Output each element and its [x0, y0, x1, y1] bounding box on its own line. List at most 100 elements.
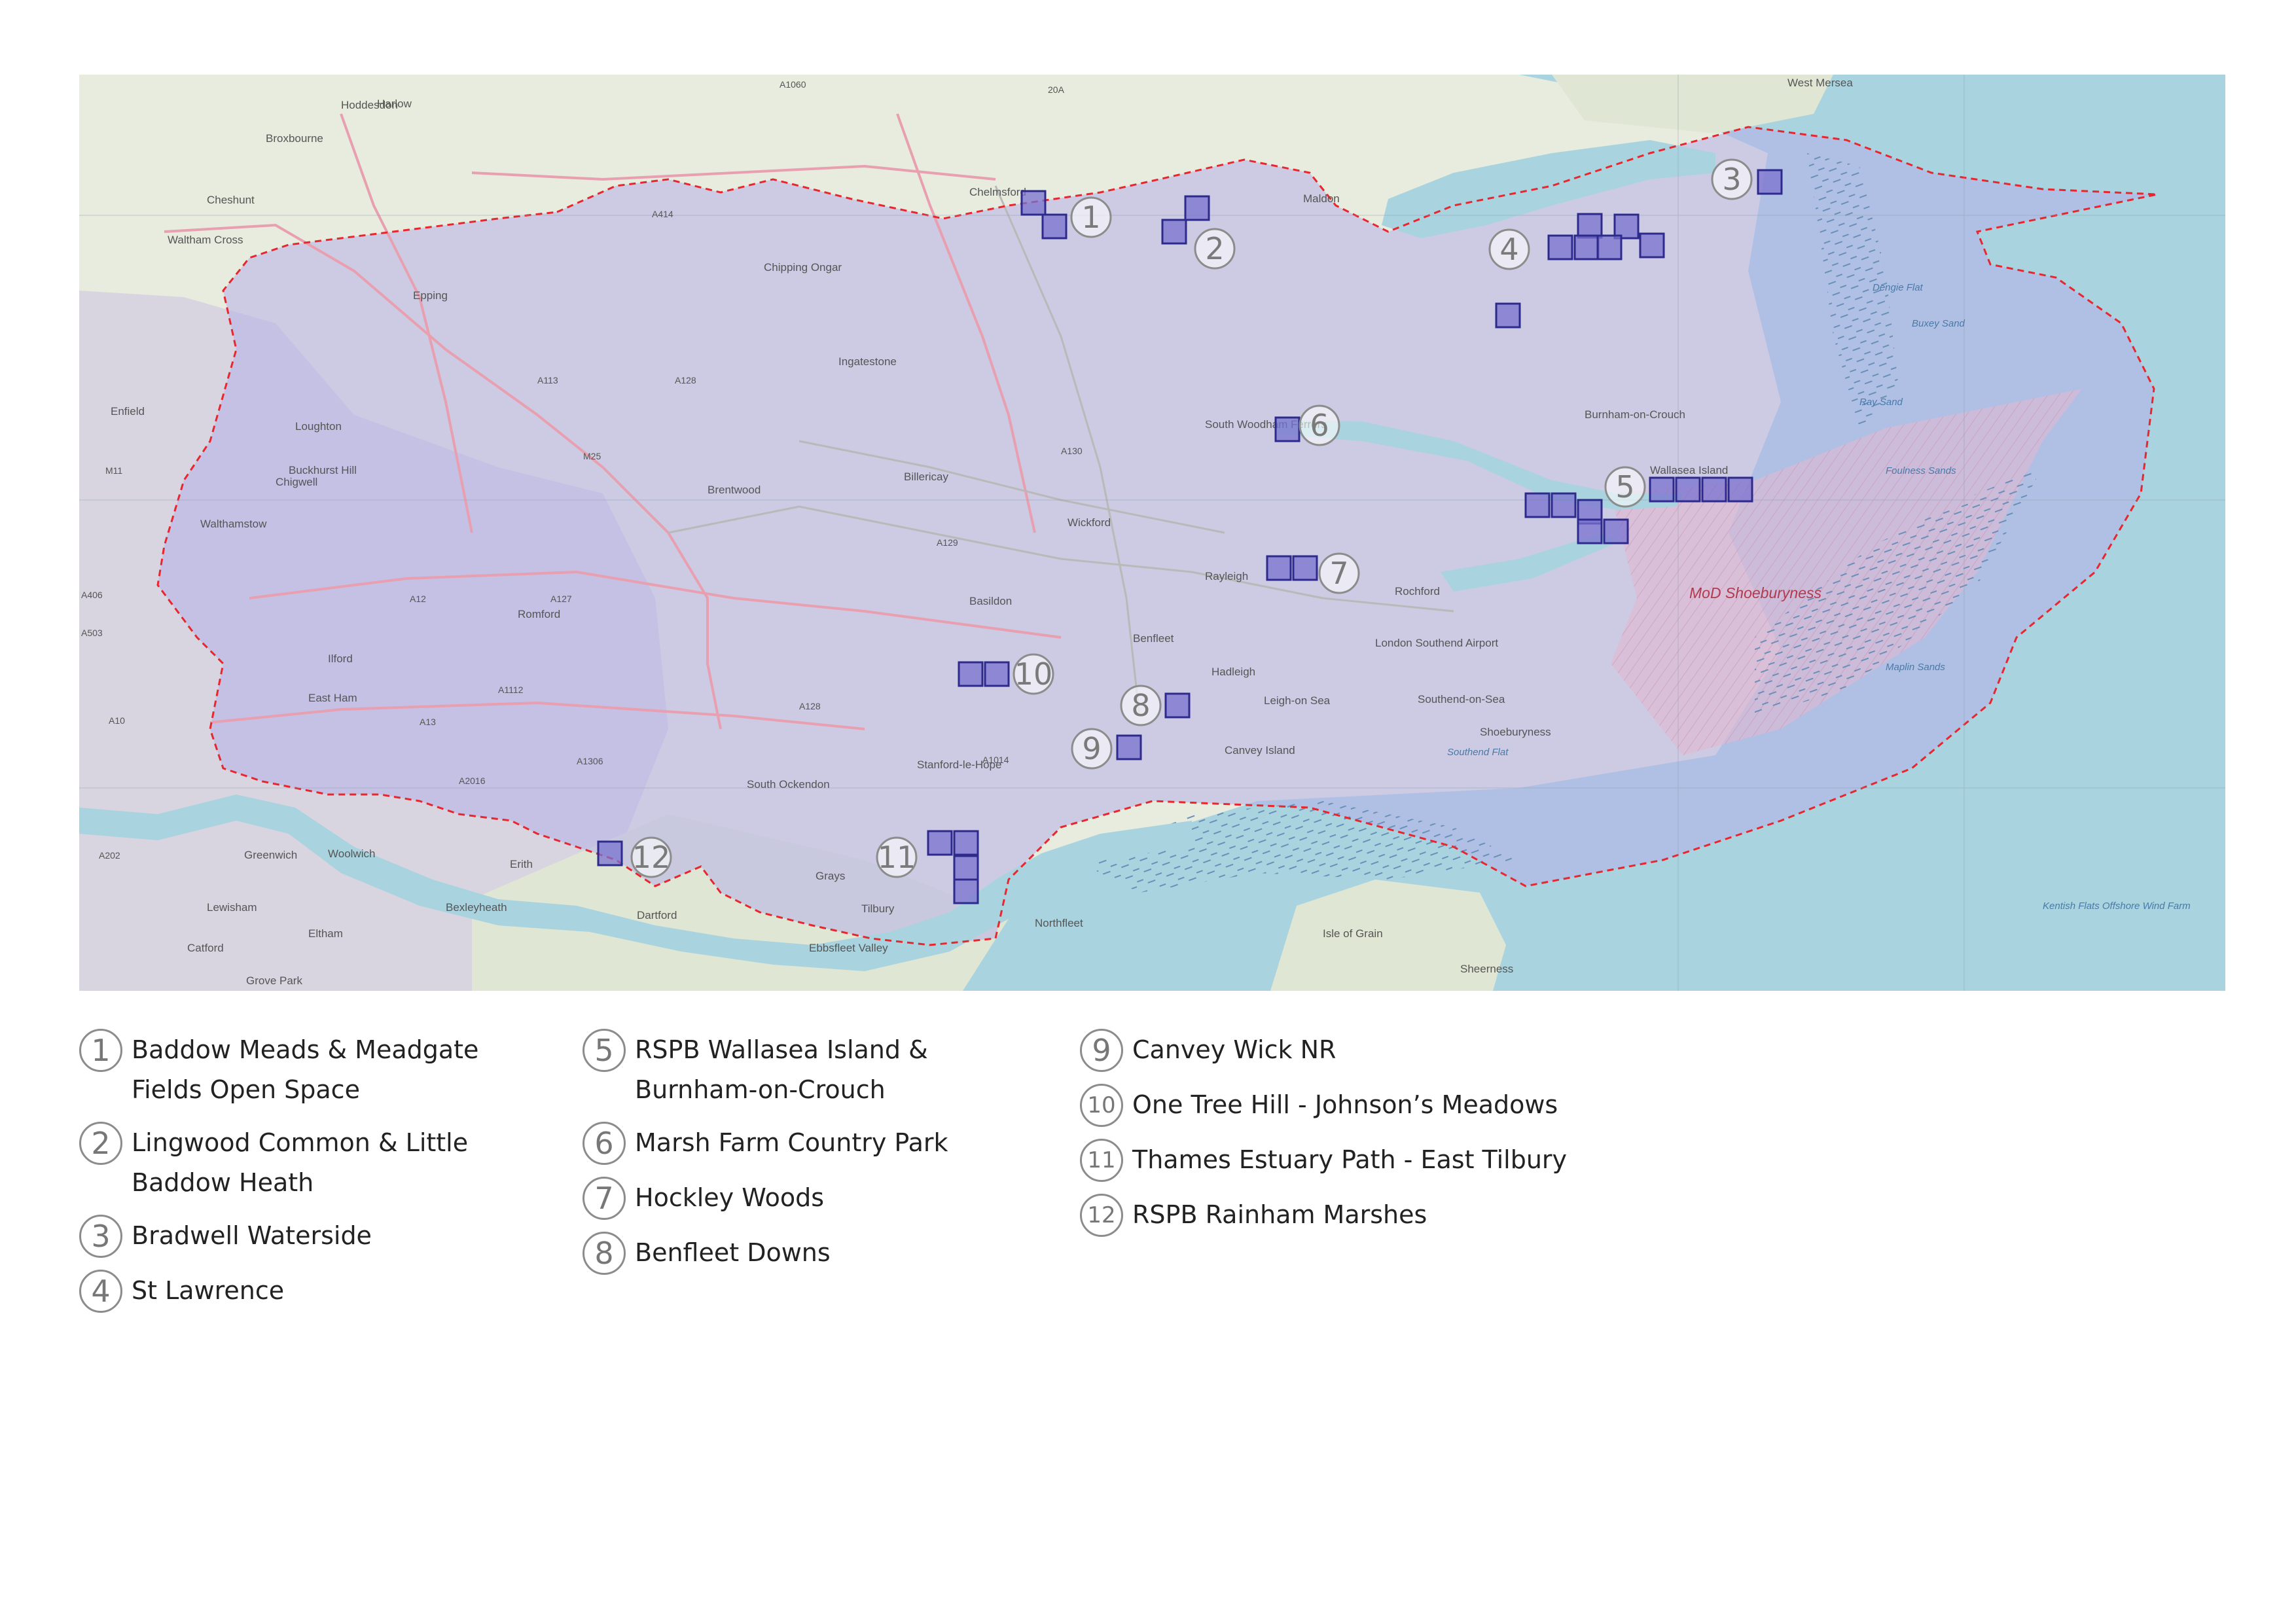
- sea-label: Dengie Flat: [1873, 282, 1924, 293]
- site-square[interactable]: [1577, 213, 1603, 239]
- site-marker-5[interactable]: 5: [1604, 466, 1646, 508]
- site-marker-4[interactable]: 4: [1488, 228, 1530, 270]
- site-square[interactable]: [1292, 555, 1318, 581]
- mod-shoeburyness-label: MoD Shoeburyness: [1689, 584, 1821, 601]
- map[interactable]: Hoddesdon Harlow Broxbourne Cheshunt Waltham…: [79, 75, 2225, 991]
- site-square[interactable]: [597, 840, 623, 866]
- sea-label: Kentish Flats Offshore Wind Farm: [2043, 901, 2191, 912]
- marker-number: 10: [1014, 656, 1053, 692]
- legend-item-9: 9 Canvey Wick NR: [1080, 1029, 1669, 1072]
- marker-number: 5: [1615, 469, 1634, 505]
- road-label: A128: [799, 701, 821, 711]
- legend-label: Canvey Wick NR: [1132, 1035, 1336, 1064]
- site-square[interactable]: [1041, 213, 1067, 240]
- site-square[interactable]: [1164, 692, 1191, 719]
- legend-column-1: 1 Baddow Meads & Meadgate Fields Open Spa…: [79, 1029, 550, 1325]
- site-square[interactable]: [1675, 476, 1701, 503]
- legend-number-badge: 11: [1080, 1139, 1123, 1182]
- site-marker-10[interactable]: 10: [1013, 653, 1054, 695]
- site-marker-1[interactable]: 1: [1070, 196, 1112, 238]
- place-label: Ebbsfleet Valley: [809, 942, 888, 954]
- site-square[interactable]: [1116, 734, 1142, 760]
- place-label: Northfleet: [1035, 917, 1083, 929]
- site-square[interactable]: [953, 878, 979, 904]
- legend-column-2: 5 RSPB Wallasea Island & Burnham-on-Crouc…: [583, 1029, 1041, 1287]
- site-square[interactable]: [1547, 234, 1573, 260]
- site-square[interactable]: [1266, 555, 1292, 581]
- legend-number-badge: 5: [583, 1029, 626, 1072]
- place-label: Billericay: [904, 471, 949, 483]
- road-label: M25: [583, 451, 601, 461]
- site-marker-9[interactable]: 9: [1071, 728, 1113, 770]
- legend-item-11: 11 Thames Estuary Path - East Tilbury: [1080, 1139, 1669, 1182]
- site-square[interactable]: [1757, 169, 1783, 195]
- sea-label: Southend Flat: [1447, 747, 1509, 758]
- legend-item-6: 6 Marsh Farm Country Park: [583, 1122, 1041, 1165]
- site-square[interactable]: [953, 855, 979, 881]
- legend-label: Benfleet Downs: [635, 1238, 831, 1267]
- legend-item-2: 2 Lingwood Common & Little Baddow Heath: [79, 1122, 550, 1203]
- site-marker-11[interactable]: 11: [876, 836, 918, 878]
- marker-number: 7: [1329, 556, 1348, 591]
- legend-item-7: 7 Hockley Woods: [583, 1177, 1041, 1220]
- legend-label: RSPB Wallasea Island & Burnham-on-Crouch: [635, 1035, 928, 1104]
- place-label: Waltham Cross: [168, 234, 243, 246]
- legend-number-badge: 9: [1080, 1029, 1123, 1072]
- site-square[interactable]: [1020, 190, 1047, 216]
- place-label: Hadleigh: [1211, 666, 1255, 678]
- place-label: Enfield: [111, 405, 145, 418]
- site-square[interactable]: [1524, 492, 1551, 518]
- site-square[interactable]: [1274, 416, 1300, 442]
- site-square[interactable]: [1184, 195, 1210, 221]
- site-square[interactable]: [1577, 518, 1603, 544]
- place-label: Grove Park: [246, 974, 302, 987]
- site-square[interactable]: [953, 830, 979, 856]
- site-square[interactable]: [1639, 232, 1665, 259]
- place-label: Buckhurst Hill: [289, 464, 357, 476]
- legend-label: One Tree Hill - Johnson’s Meadows: [1132, 1090, 1558, 1119]
- legend-label: St Lawrence: [132, 1276, 285, 1305]
- site-marker-8[interactable]: 8: [1120, 685, 1162, 726]
- road-label: M11: [105, 465, 122, 476]
- site-marker-6[interactable]: 6: [1299, 404, 1340, 446]
- marker-number: 1: [1081, 200, 1100, 235]
- place-label: Rayleigh: [1205, 570, 1248, 582]
- road-label: A202: [99, 850, 120, 861]
- site-square[interactable]: [1495, 302, 1521, 329]
- marker-number: 8: [1131, 688, 1150, 723]
- sea-label: Ray Sand: [1859, 397, 1903, 408]
- place-label: Burnham-on-Crouch: [1585, 408, 1685, 421]
- marker-number: 11: [878, 840, 916, 875]
- site-square[interactable]: [984, 661, 1010, 687]
- site-square[interactable]: [1573, 234, 1600, 260]
- site-square[interactable]: [1596, 234, 1623, 260]
- site-marker-12[interactable]: 12: [630, 836, 672, 878]
- place-label: Harlow: [377, 98, 412, 110]
- site-square[interactable]: [1551, 492, 1577, 518]
- site-square[interactable]: [927, 830, 953, 856]
- place-label: Chipping Ongar: [764, 261, 842, 274]
- place-label: Epping: [413, 289, 448, 302]
- site-marker-3[interactable]: 3: [1711, 158, 1753, 200]
- place-label: Tilbury: [861, 902, 895, 915]
- legend-number-badge: 2: [79, 1122, 122, 1165]
- site-square[interactable]: [1701, 476, 1727, 503]
- place-label: Leigh-on Sea: [1264, 694, 1331, 707]
- place-label: Wickford: [1067, 516, 1111, 529]
- place-label: Broxbourne: [266, 132, 323, 145]
- site-square[interactable]: [1649, 476, 1675, 503]
- site-square[interactable]: [1603, 518, 1629, 544]
- site-square[interactable]: [1161, 219, 1187, 245]
- road-label: A127: [550, 594, 572, 604]
- legend-item-1: 1 Baddow Meads & Meadgate Fields Open Spa…: [79, 1029, 550, 1110]
- place-label: Brentwood: [708, 484, 761, 496]
- site-marker-2[interactable]: 2: [1194, 228, 1236, 270]
- site-square[interactable]: [958, 661, 984, 687]
- place-label: Basildon: [969, 595, 1012, 607]
- place-label: Catford: [187, 942, 224, 954]
- place-label: Maldon: [1303, 192, 1340, 205]
- place-label: Southend-on-Sea: [1418, 693, 1505, 705]
- road-label: A406: [81, 590, 103, 600]
- site-marker-7[interactable]: 7: [1318, 552, 1360, 594]
- site-square[interactable]: [1727, 476, 1753, 503]
